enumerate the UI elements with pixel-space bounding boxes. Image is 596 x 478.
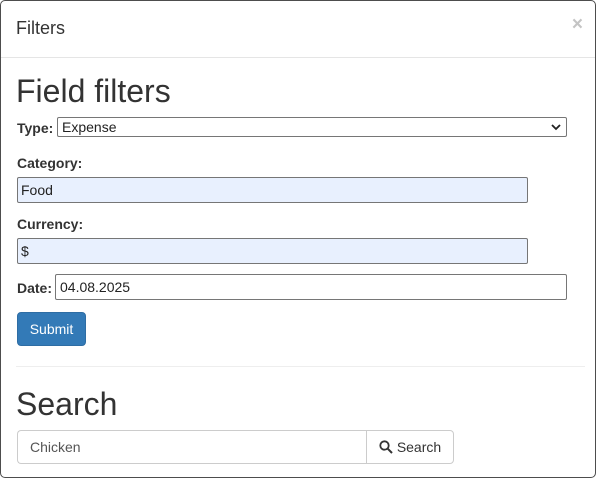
chevron-down-icon [551, 124, 561, 131]
date-label: Date: [17, 280, 53, 296]
close-button[interactable]: × [572, 15, 583, 35]
search-input[interactable]: Chicken [17, 430, 367, 464]
modal-title: Filters [16, 18, 65, 38]
filters-modal: Filters × Field filters Type: Expense Ca… [0, 0, 596, 478]
currency-label: Currency: [17, 216, 84, 232]
type-select[interactable]: Expense [57, 117, 567, 137]
type-select-value: Expense [62, 119, 117, 135]
date-input-value: 04.08.2025 [60, 279, 131, 295]
search-button[interactable]: Search [366, 430, 454, 464]
type-label: Type: [17, 120, 54, 136]
submit-button[interactable]: Submit [17, 312, 86, 346]
category-label: Category: [17, 155, 83, 171]
field-filters-heading: Field filters [16, 73, 171, 109]
date-input[interactable]: 04.08.2025 [55, 274, 567, 300]
magnifier-icon [379, 440, 393, 454]
currency-input[interactable]: $ [17, 238, 528, 264]
search-button-label: Search [396, 439, 442, 455]
modal-header: Filters × [1, 1, 595, 58]
currency-input-value: $ [21, 243, 29, 259]
search-heading: Search [16, 386, 118, 422]
category-input-value: Food [21, 182, 53, 198]
section-divider [16, 366, 585, 367]
category-input[interactable]: Food [17, 177, 528, 203]
search-input-value: Chicken [30, 439, 81, 455]
